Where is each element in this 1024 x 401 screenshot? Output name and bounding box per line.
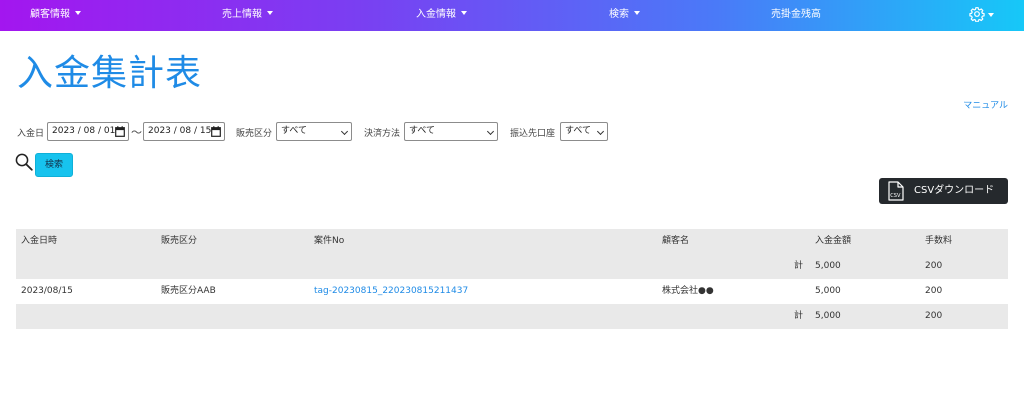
- total-label: 計: [794, 311, 804, 321]
- total-amount: 5,000: [815, 261, 841, 271]
- search-icon[interactable]: [15, 153, 33, 171]
- caret-down-icon: [75, 11, 81, 15]
- csv-icon-text: CSV: [890, 193, 901, 199]
- sales-category-cell: 販売区分AAB: [161, 286, 216, 296]
- date-from-value: 2023 / 08 / 01: [52, 126, 116, 136]
- sales-category-value: すべて: [281, 126, 308, 136]
- nav-item-search[interactable]: 検索: [609, 0, 640, 31]
- table-header-row: 入金日時 販売区分 案件No 顧客名 入金金額 手数料: [16, 229, 1008, 254]
- nav-item-label: 検索: [609, 9, 629, 20]
- total-fee: 200: [925, 311, 943, 321]
- calendar-icon[interactable]: [115, 126, 125, 137]
- column-header: 販売区分: [161, 236, 198, 246]
- caret-down-icon: [461, 11, 467, 15]
- nav-item-customer-info[interactable]: 顧客情報: [30, 0, 81, 31]
- total-label: 計: [794, 261, 804, 271]
- caret-down-icon: [988, 13, 994, 17]
- nav-item-label: 売上情報: [222, 9, 262, 20]
- payment-datetime-cell: 2023/08/15: [21, 286, 73, 296]
- nav-item-label: 売掛金残高: [771, 9, 821, 20]
- total-fee: 200: [925, 261, 943, 271]
- chevron-down-icon: [596, 127, 605, 136]
- total-amount: 5,000: [815, 311, 841, 321]
- table-total-row: 計 5,000 200: [16, 304, 1008, 329]
- top-navbar: 顧客情報 売上情報 入金情報 検索 売掛金残高: [0, 0, 1024, 31]
- payment-date-label: 入金日: [17, 129, 45, 139]
- nav-item-payment-info[interactable]: 入金情報: [416, 0, 467, 31]
- caret-down-icon: [634, 11, 640, 15]
- csv-file-icon: CSV: [888, 181, 904, 201]
- filter-row: 入金日 2023 / 08 / 01 ～ 2023 / 08 / 15 販売区分…: [17, 122, 1017, 142]
- nav-item-receivables-balance[interactable]: 売掛金残高: [771, 0, 821, 31]
- payment-method-value: すべて: [409, 126, 436, 136]
- date-from-input[interactable]: 2023 / 08 / 01: [47, 122, 129, 141]
- case-number-link[interactable]: tag-20230815_220230815211437: [314, 279, 468, 304]
- nav-item-label: 入金情報: [416, 9, 456, 20]
- calendar-icon[interactable]: [211, 126, 221, 137]
- payment-summary-table: 入金日時 販売区分 案件No 顧客名 入金金額 手数料 計 5,000 200 …: [16, 229, 1008, 329]
- sales-category-label: 販売区分: [236, 129, 273, 139]
- csv-download-button[interactable]: CSV CSVダウンロード: [879, 178, 1008, 204]
- payment-amount-cell: 5,000: [815, 286, 841, 296]
- column-header: 顧客名: [662, 236, 690, 246]
- nav-item-label: 顧客情報: [30, 9, 70, 20]
- transfer-account-select[interactable]: すべて: [560, 122, 608, 141]
- date-to-value: 2023 / 08 / 15: [148, 126, 212, 136]
- column-header: 入金金額: [815, 236, 852, 246]
- chevron-down-icon: [340, 127, 349, 136]
- table-row: 2023/08/15 販売区分AAB tag-20230815_22023081…: [16, 279, 1008, 304]
- payment-method-select[interactable]: すべて: [404, 122, 498, 141]
- manual-link[interactable]: マニュアル: [963, 98, 1008, 111]
- fee-cell: 200: [925, 286, 943, 296]
- customer-name-cell: 株式会社●●: [662, 286, 714, 296]
- sales-category-select[interactable]: すべて: [276, 122, 352, 141]
- search-button[interactable]: 検索: [35, 153, 73, 177]
- page-title: 入金集計表: [17, 53, 203, 94]
- date-to-input[interactable]: 2023 / 08 / 15: [143, 122, 225, 141]
- gear-icon: [969, 7, 985, 22]
- transfer-account-label: 振込先口座: [510, 129, 556, 139]
- transfer-account-value: すべて: [565, 126, 592, 136]
- column-header: 手数料: [925, 236, 953, 246]
- nav-item-sales-info[interactable]: 売上情報: [222, 0, 273, 31]
- range-separator: ～: [131, 126, 142, 139]
- table-total-row: 計 5,000 200: [16, 254, 1008, 279]
- column-header: 入金日時: [21, 236, 58, 246]
- csv-download-label: CSVダウンロード: [914, 185, 995, 196]
- payment-method-label: 決済方法: [364, 129, 401, 139]
- caret-down-icon: [267, 11, 273, 15]
- column-header: 案件No: [314, 236, 345, 246]
- chevron-down-icon: [486, 127, 495, 136]
